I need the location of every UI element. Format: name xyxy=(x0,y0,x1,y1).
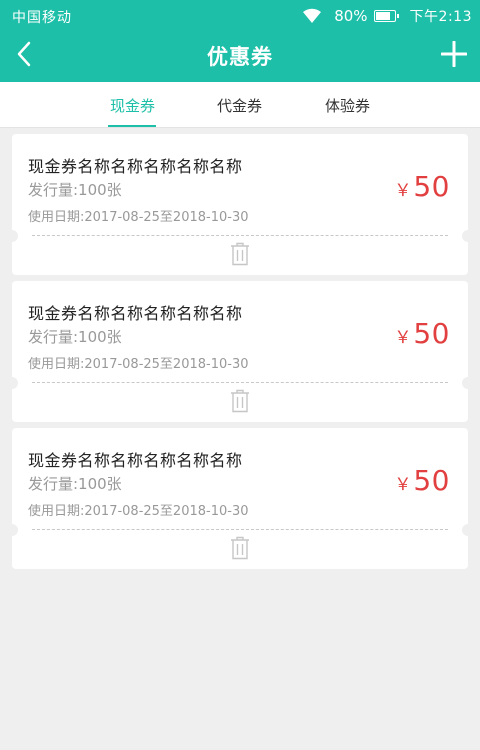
currency-symbol: ￥ xyxy=(394,475,412,495)
coupon-issue-count: 发行量:100张 xyxy=(28,181,122,199)
currency-symbol: ￥ xyxy=(394,181,412,201)
ticket-notch xyxy=(462,230,474,242)
add-coupon-button[interactable] xyxy=(434,34,474,74)
tab-voucher[interactable]: 代金券 xyxy=(217,95,262,116)
nav-bar: 优惠券 xyxy=(0,30,480,82)
page-title: 优惠券 xyxy=(207,45,273,69)
ticket-notch xyxy=(462,524,474,536)
coupon-valid-dates: 使用日期:2017-08-25至2018-10-30 xyxy=(28,210,249,225)
coupon-name: 现金券名称名称名称名称名称 xyxy=(28,157,243,176)
dashed-divider xyxy=(32,529,448,530)
ticket-notch xyxy=(462,377,474,389)
coupon-issue-count: 发行量:100张 xyxy=(28,328,122,346)
coupon-amount: 50 xyxy=(413,170,450,203)
dashed-divider xyxy=(32,382,448,383)
coupon-card[interactable]: 现金券名称名称名称名称名称 发行量:100张 使用日期:2017-08-25至2… xyxy=(6,281,474,422)
delete-coupon-button[interactable] xyxy=(228,387,252,415)
coupon-name: 现金券名称名称名称名称名称 xyxy=(28,451,243,470)
clock: 下午2:13 xyxy=(409,9,472,25)
wifi-icon xyxy=(303,8,322,23)
status-indicators: 80% 下午2:13 xyxy=(302,6,472,26)
app-header: 中国移动 80% 下午2:13 优惠券 xyxy=(0,0,480,82)
coupon-price: ￥ 50 xyxy=(394,464,450,497)
ticket-notch xyxy=(6,230,18,242)
tab-trial-coupon[interactable]: 体验券 xyxy=(325,95,370,116)
coupon-valid-dates: 使用日期:2017-08-25至2018-10-30 xyxy=(28,504,249,519)
battery-level-fill xyxy=(375,12,390,20)
currency-symbol: ￥ xyxy=(394,328,412,348)
battery-icon xyxy=(373,10,399,22)
delete-coupon-button[interactable] xyxy=(228,534,252,562)
trash-icon xyxy=(231,389,249,413)
ticket-notch xyxy=(6,377,18,389)
coupon-name: 现金券名称名称名称名称名称 xyxy=(28,304,243,323)
battery-percent: 80% xyxy=(334,7,368,25)
active-tab-indicator xyxy=(108,125,156,127)
coupon-issue-count: 发行量:100张 xyxy=(28,475,122,493)
status-bar: 中国移动 80% 下午2:13 xyxy=(0,0,480,30)
coupon-type-tabs: 现金券 代金券 体验券 xyxy=(0,82,480,128)
trash-icon xyxy=(231,242,249,266)
tab-cash-coupon[interactable]: 现金券 xyxy=(110,95,155,116)
coupon-card[interactable]: 现金券名称名称名称名称名称 发行量:100张 使用日期:2017-08-25至2… xyxy=(6,134,474,275)
coupon-amount: 50 xyxy=(413,464,450,497)
delete-coupon-button[interactable] xyxy=(228,240,252,268)
coupon-valid-dates: 使用日期:2017-08-25至2018-10-30 xyxy=(28,357,249,372)
coupon-amount: 50 xyxy=(413,317,450,350)
dashed-divider xyxy=(32,235,448,236)
trash-icon xyxy=(231,536,249,560)
coupon-card[interactable]: 现金券名称名称名称名称名称 发行量:100张 使用日期:2017-08-25至2… xyxy=(6,428,474,569)
plus-icon xyxy=(441,41,467,67)
coupon-price: ￥ 50 xyxy=(394,317,450,350)
ticket-notch xyxy=(6,524,18,536)
coupon-price: ￥ 50 xyxy=(394,170,450,203)
carrier-name: 中国移动 xyxy=(12,10,72,26)
